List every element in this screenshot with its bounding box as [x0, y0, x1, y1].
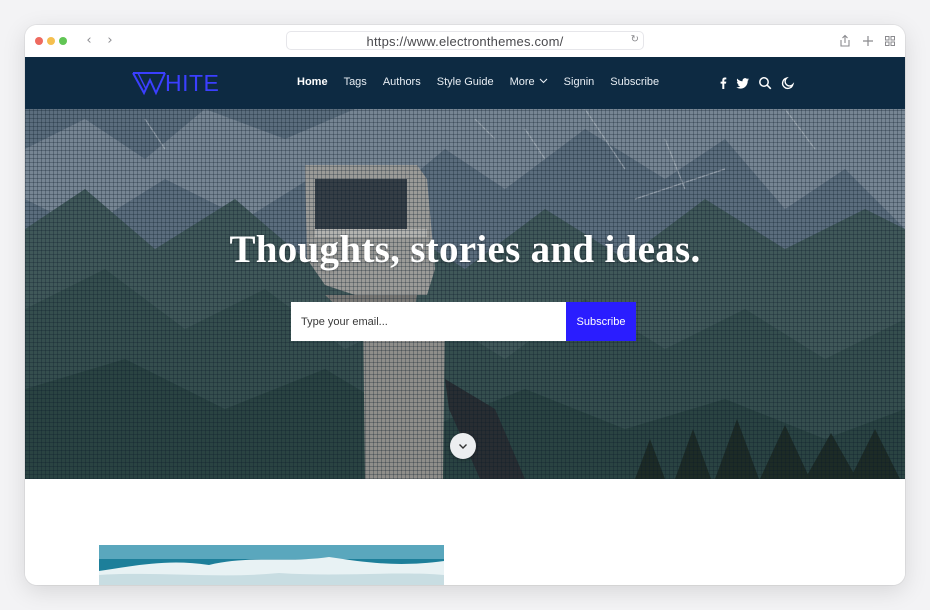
nav-authors[interactable]: Authors — [383, 76, 421, 88]
hero-headline: Thoughts, stories and ideas. — [229, 228, 701, 271]
post-feed — [25, 479, 905, 585]
subscribe-form: Subscribe — [291, 302, 636, 341]
new-tab-icon[interactable] — [861, 34, 875, 48]
close-window-button[interactable] — [35, 37, 43, 45]
scroll-down-button[interactable] — [450, 433, 476, 459]
site-logo[interactable]: HITE — [130, 70, 220, 96]
nav-tags[interactable]: Tags — [344, 76, 367, 88]
nav-signin-label: Signin — [563, 76, 595, 88]
forward-icon[interactable]: › — [102, 33, 118, 49]
share-icon[interactable] — [838, 34, 852, 48]
logo-mark-icon — [132, 72, 166, 96]
back-icon[interactable]: ‹ — [81, 33, 97, 49]
url-text: https://www.electronthemes.com/ — [366, 34, 564, 49]
nav-home-label: Home — [297, 76, 328, 88]
logo-text: HITE — [165, 70, 220, 96]
nav-signin[interactable]: Signin — [564, 76, 595, 88]
search-icon[interactable] — [758, 76, 772, 90]
nav-more-label: More — [509, 76, 535, 88]
nav-tags-label: Tags — [343, 76, 367, 88]
dark-mode-icon[interactable] — [781, 76, 795, 90]
nav-subscribe-label: Subscribe — [610, 76, 660, 88]
twitter-icon[interactable] — [736, 76, 750, 90]
nav-style-guide-label: Style Guide — [436, 76, 494, 88]
nav-style-guide[interactable]: Style Guide — [437, 76, 494, 88]
post-thumbnail-image — [99, 545, 444, 585]
nav-authors-label: Authors — [382, 76, 421, 88]
tab-grid-icon[interactable] — [883, 34, 897, 48]
hero-grid-pattern — [25, 109, 905, 479]
site-header: HITE Home Tags Authors Style Guide More … — [25, 57, 905, 109]
nav-home[interactable]: Home — [297, 76, 328, 88]
email-input[interactable] — [291, 302, 566, 341]
reload-icon[interactable]: ↻ — [631, 34, 639, 45]
browser-toolbar: ‹ › https://www.electronthemes.com/ ↻ — [25, 25, 905, 57]
nav-more[interactable]: More — [510, 76, 548, 88]
subscribe-button[interactable]: Subscribe — [566, 302, 636, 341]
chevron-down-icon — [539, 78, 548, 84]
facebook-icon[interactable] — [716, 76, 730, 90]
post-thumbnail[interactable] — [99, 545, 444, 585]
maximize-window-button[interactable] — [59, 37, 67, 45]
browser-window: ‹ › https://www.electronthemes.com/ ↻ HI… — [25, 25, 905, 585]
chevron-down-icon — [459, 444, 467, 449]
nav-subscribe[interactable]: Subscribe — [610, 76, 659, 88]
main-nav: Home Tags Authors Style Guide More Signi… — [297, 76, 675, 88]
address-bar[interactable]: https://www.electronthemes.com/ ↻ — [286, 31, 644, 50]
hero-section: Thoughts, stories and ideas. Subscribe — [25, 109, 905, 479]
minimize-window-button[interactable] — [47, 37, 55, 45]
